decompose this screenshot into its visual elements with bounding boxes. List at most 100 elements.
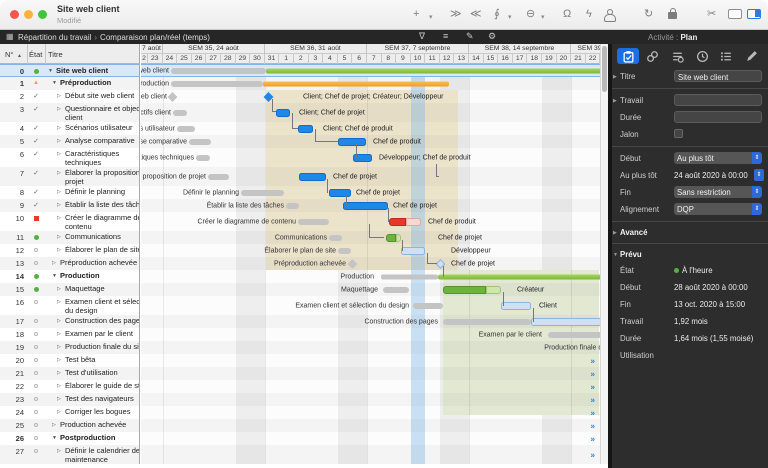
gantt-row[interactable]: Production	[141, 270, 600, 283]
format-icon[interactable]: ≡	[443, 31, 448, 41]
dropdown-arrows-icon[interactable]: ⇕	[752, 186, 762, 198]
disclosure-triangle[interactable]: ▷	[57, 234, 61, 240]
gantt-row[interactable]: »	[141, 367, 600, 380]
table-row[interactable]: 21 ▷ Test d'utilisation	[0, 367, 139, 380]
offscreen-task-marker[interactable]: »	[591, 382, 595, 391]
table-row[interactable]: 6 ✓ ▷ Caractéristiques techniques	[0, 148, 139, 167]
section-header[interactable]: ▶ Avancé	[612, 225, 768, 240]
disclosure-triangle[interactable]: ▷	[57, 202, 61, 208]
gantt-row[interactable]: Production finale du site	[141, 341, 600, 354]
toggle-right-panel-button[interactable]	[747, 9, 761, 19]
gantt-bar-planned[interactable]	[413, 302, 443, 309]
task-title[interactable]: Définir le planning	[65, 188, 139, 197]
text-field[interactable]	[674, 111, 762, 123]
indent-icon[interactable]: ≫	[450, 7, 462, 21]
offscreen-task-marker[interactable]: »	[591, 395, 595, 404]
table-row[interactable]: 17 ▷ Construction des pages	[0, 315, 139, 328]
disclosure-triangle[interactable]: ▼	[52, 80, 57, 86]
gantt-row[interactable]: Début site web client Client; Chef de pro…	[141, 90, 600, 103]
activity-menu[interactable]: Activité : Plan	[648, 33, 697, 42]
gantt-bar-planned[interactable]	[173, 109, 187, 116]
disclosure-triangle[interactable]: ▷	[57, 383, 61, 389]
disclosure-triangle[interactable]: ▷	[57, 189, 61, 195]
outdent-icon[interactable]: ≪	[470, 7, 482, 21]
disclosure-triangle[interactable]: ▷	[57, 106, 61, 112]
gantt-row[interactable]: »	[141, 406, 600, 419]
table-row[interactable]: 22 ▷ Élaborer le guide de style	[0, 380, 139, 393]
table-row[interactable]: 14 ▼ Production	[0, 270, 139, 283]
tab-time[interactable]	[691, 48, 713, 64]
disclosure-triangle[interactable]: ▷	[57, 151, 61, 157]
column-state[interactable]: État	[29, 50, 42, 59]
task-title[interactable]: Élaborer le plan de site	[65, 246, 139, 255]
gantt-bar-planned[interactable]	[208, 173, 229, 180]
tab-edit[interactable]	[741, 48, 763, 64]
gantt-bar-planned[interactable]	[383, 286, 409, 293]
gantt-bar-planned[interactable]	[196, 154, 210, 161]
gantt-bar-actual[interactable]	[501, 301, 531, 310]
task-title[interactable]: Début site web client	[65, 92, 139, 101]
column-number[interactable]: N°	[5, 50, 13, 59]
task-title[interactable]: Maquettage	[65, 285, 139, 294]
gantt-bar-planned[interactable]	[171, 80, 263, 87]
tab-info[interactable]	[617, 48, 640, 64]
task-title[interactable]: Construction des pages	[65, 317, 139, 326]
task-title[interactable]: Préproduction	[60, 79, 139, 88]
disclosure-triangle[interactable]: ▷	[57, 344, 61, 350]
filter-icon[interactable]: ∇	[419, 31, 425, 42]
table-row[interactable]: 16 ▷ Examen client et sélection du design	[0, 296, 139, 315]
gantt-bar-actual[interactable]	[298, 124, 313, 133]
task-title[interactable]: Établir la liste des tâches	[65, 201, 139, 210]
disclosure-triangle[interactable]: ▼	[52, 435, 57, 441]
task-title[interactable]: Caractéristiques techniques	[65, 150, 139, 167]
disclosure-triangle[interactable]: ▷	[57, 357, 61, 363]
gantt-row[interactable]: »	[141, 432, 600, 445]
disclosure-triangle[interactable]: ▷	[57, 125, 61, 131]
flash-icon[interactable]: ϟ	[586, 7, 592, 21]
disclosure-triangle[interactable]: ▷	[57, 93, 61, 99]
tab-links[interactable]	[642, 48, 664, 64]
offscreen-task-marker[interactable]: »	[591, 408, 595, 417]
gantt-bar-planned[interactable]	[189, 138, 211, 145]
disclosure-triangle[interactable]: ▷	[57, 331, 61, 337]
gantt-row[interactable]: Caractéristiques techniques Développeur; …	[141, 148, 600, 167]
zoom-button[interactable]	[38, 10, 47, 19]
disclosure-triangle[interactable]: ▷	[52, 260, 56, 266]
gantt-bar-actual[interactable]	[531, 317, 600, 326]
task-title[interactable]: Test des navigateurs	[65, 395, 139, 404]
date-stepper-icon[interactable]: ⇕	[754, 169, 764, 181]
table-row[interactable]: 1 ▲ ▼ Préproduction	[0, 77, 139, 90]
gantt-summary-bar[interactable]	[381, 274, 438, 279]
column-title[interactable]: Titre	[48, 50, 63, 59]
gantt-row[interactable]: Préproduction achevée Chef de projet	[141, 257, 600, 270]
attach-chevron-icon[interactable]: ▾	[508, 11, 512, 25]
section-header[interactable]: ▼ Prévu	[612, 247, 768, 262]
status-chevron-icon[interactable]: ▾	[541, 11, 545, 25]
task-title[interactable]: Production finale du site	[65, 343, 139, 352]
row-disclosure-icon[interactable]: ▶	[613, 98, 617, 104]
gantt-summary-bar[interactable]	[438, 274, 600, 279]
row-disclosure-icon[interactable]: ▶	[613, 74, 617, 80]
table-row[interactable]: 9 ✓ ▷ Établir la liste des tâches	[0, 199, 139, 212]
task-title[interactable]: Site web client	[56, 67, 139, 76]
gantt-row[interactable]: Définir le planning Chef de projet	[141, 186, 600, 199]
disclosure-triangle[interactable]: ▷	[57, 448, 61, 454]
gantt-row[interactable]: Scénarios utilisateurClient; Chef de pro…	[141, 122, 600, 135]
gantt-row[interactable]: »	[141, 380, 600, 393]
table-row[interactable]: 26 ▼ Postproduction	[0, 432, 139, 445]
task-title[interactable]: Créer le diagramme de contenu	[65, 214, 139, 231]
gantt-row[interactable]: »	[141, 445, 600, 464]
tab-finance[interactable]	[667, 48, 689, 64]
gantt-row[interactable]: Établir la liste des tâches Chef de proje…	[141, 199, 600, 212]
cut-icon[interactable]: ✂	[707, 7, 716, 21]
task-title[interactable]: Scénarios utilisateur	[65, 124, 139, 133]
disclosure-triangle[interactable]: ▷	[57, 370, 61, 376]
task-title[interactable]: Analyse comparative	[65, 137, 139, 146]
gantt-row[interactable]: Examen par le client	[141, 328, 600, 341]
task-title[interactable]: Définir le calendrier de maintenance	[65, 447, 139, 464]
resource-icon[interactable]	[604, 9, 616, 22]
gantt-bar-actual[interactable]	[486, 285, 501, 294]
gantt-row[interactable]: Site web client	[141, 64, 600, 77]
table-row[interactable]: 2 ✓ ▷ Début site web client	[0, 90, 139, 103]
minimize-button[interactable]	[24, 10, 33, 19]
